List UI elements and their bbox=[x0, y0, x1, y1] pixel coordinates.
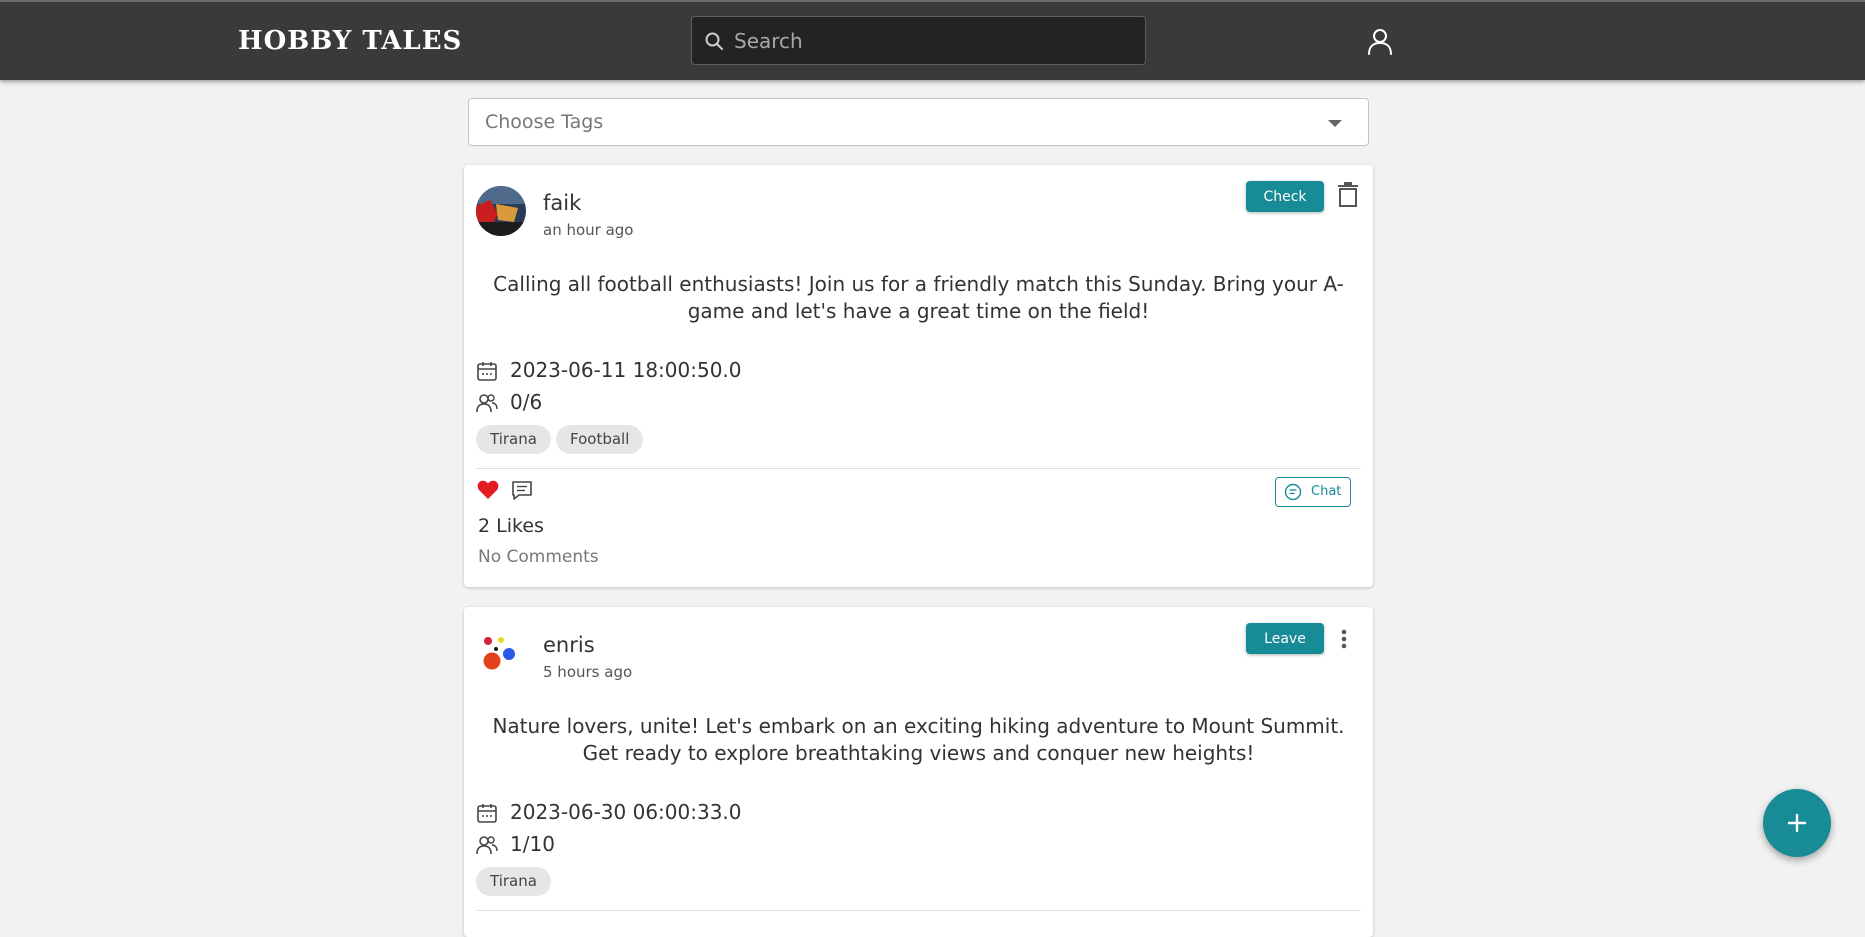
likes-count[interactable]: 2 Likes bbox=[478, 515, 544, 537]
search-box[interactable] bbox=[691, 16, 1146, 65]
add-post-button[interactable] bbox=[1763, 789, 1831, 857]
participants-count: 0/6 bbox=[510, 390, 543, 414]
people-icon bbox=[476, 836, 498, 855]
trash-icon[interactable] bbox=[1337, 182, 1359, 208]
avatar-image bbox=[476, 628, 526, 678]
check-button[interactable]: Check bbox=[1246, 181, 1324, 212]
post-time: an hour ago bbox=[543, 221, 634, 239]
user-icon[interactable] bbox=[1367, 27, 1393, 55]
leave-button[interactable]: Leave bbox=[1246, 623, 1324, 654]
post-card: enris 5 hours ago Leave Nature lovers, u… bbox=[464, 607, 1373, 937]
post-author[interactable]: faik bbox=[543, 191, 581, 215]
divider bbox=[476, 468, 1361, 469]
post-card: faik an hour ago Check Calling all footb… bbox=[464, 165, 1373, 587]
post-time: 5 hours ago bbox=[543, 663, 633, 681]
event-date-text: 2023-06-11 18:00:50.0 bbox=[510, 358, 742, 382]
more-vert-icon[interactable] bbox=[1340, 628, 1348, 650]
chevron-down-icon[interactable] bbox=[1328, 120, 1342, 127]
chat-button[interactable]: Chat bbox=[1275, 477, 1351, 507]
comments-status[interactable]: No Comments bbox=[478, 547, 599, 567]
post-author[interactable]: enris bbox=[543, 633, 595, 657]
tag-filter-select[interactable]: Choose Tags bbox=[468, 98, 1369, 146]
plus-icon bbox=[1787, 813, 1807, 833]
tag-list: Tirana bbox=[476, 867, 876, 896]
tag-chip[interactable]: Football bbox=[556, 425, 644, 454]
divider bbox=[476, 910, 1361, 911]
search-icon bbox=[705, 32, 723, 50]
people-icon bbox=[476, 394, 498, 413]
calendar-icon bbox=[477, 804, 497, 823]
tag-chip[interactable]: Tirana bbox=[476, 425, 551, 454]
avatar[interactable] bbox=[476, 628, 526, 678]
top-bar: HOBBY TALES bbox=[0, 0, 1865, 80]
tag-filter-placeholder: Choose Tags bbox=[485, 111, 604, 133]
participants-count: 1/10 bbox=[510, 832, 555, 856]
avatar[interactable] bbox=[476, 186, 526, 236]
tag-list: Tirana Football bbox=[476, 425, 876, 454]
avatar-image bbox=[476, 186, 526, 236]
comment-icon[interactable] bbox=[511, 480, 533, 502]
post-content: Nature lovers, unite! Let's embark on an… bbox=[492, 714, 1345, 765]
heart-icon[interactable] bbox=[477, 480, 499, 500]
event-date-text: 2023-06-30 06:00:33.0 bbox=[510, 800, 742, 824]
search-input[interactable] bbox=[732, 25, 1136, 57]
post-content: Calling all football enthusiasts! Join u… bbox=[493, 272, 1344, 323]
chat-icon bbox=[1284, 483, 1302, 501]
calendar-icon bbox=[477, 362, 497, 381]
tag-chip[interactable]: Tirana bbox=[476, 867, 551, 896]
chat-label: Chat bbox=[1311, 484, 1342, 499]
app-logo[interactable]: HOBBY TALES bbox=[238, 26, 462, 56]
